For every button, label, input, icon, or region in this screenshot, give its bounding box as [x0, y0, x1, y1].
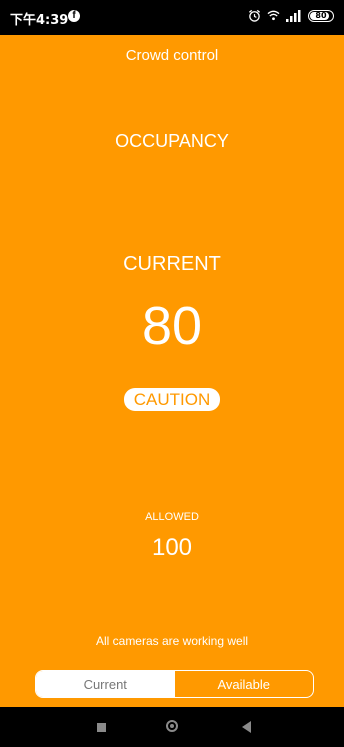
alarm-icon: [248, 9, 261, 22]
status-badge-wrapper: CAUTION: [0, 388, 344, 411]
current-label: CURRENT: [123, 253, 221, 275]
signal-icon: [286, 9, 301, 22]
status-icons: 80: [248, 9, 334, 22]
occupancy-heading: OCCUPANCY: [115, 131, 229, 151]
home-icon[interactable]: [166, 720, 178, 732]
facebook-icon: f: [68, 10, 80, 22]
battery-level: 80: [315, 11, 327, 20]
allowed-label: ALLOWED: [145, 511, 199, 523]
current-occupancy-value: 80: [141, 296, 203, 356]
allowed-occupancy-value: 100: [151, 534, 193, 561]
app-screen: 下午4:39 f 80 Crowd control OCCUPANCY CURR…: [0, 0, 344, 747]
recent-apps-icon[interactable]: [97, 723, 106, 732]
back-icon[interactable]: [242, 721, 251, 733]
navigation-bar: [0, 707, 344, 747]
status-badge: CAUTION: [123, 388, 221, 411]
camera-status-text: All cameras are working well: [95, 634, 249, 648]
view-segmented-control: Current Available: [35, 670, 314, 698]
battery-indicator: 80: [308, 9, 334, 22]
tab-available[interactable]: Available: [175, 671, 314, 697]
wifi-icon: [267, 10, 280, 21]
status-bar: 下午4:39 f 80: [0, 0, 344, 35]
app-title: Crowd control: [125, 47, 219, 64]
status-time: 下午4:39: [10, 13, 69, 28]
tab-current[interactable]: Current: [36, 671, 175, 697]
